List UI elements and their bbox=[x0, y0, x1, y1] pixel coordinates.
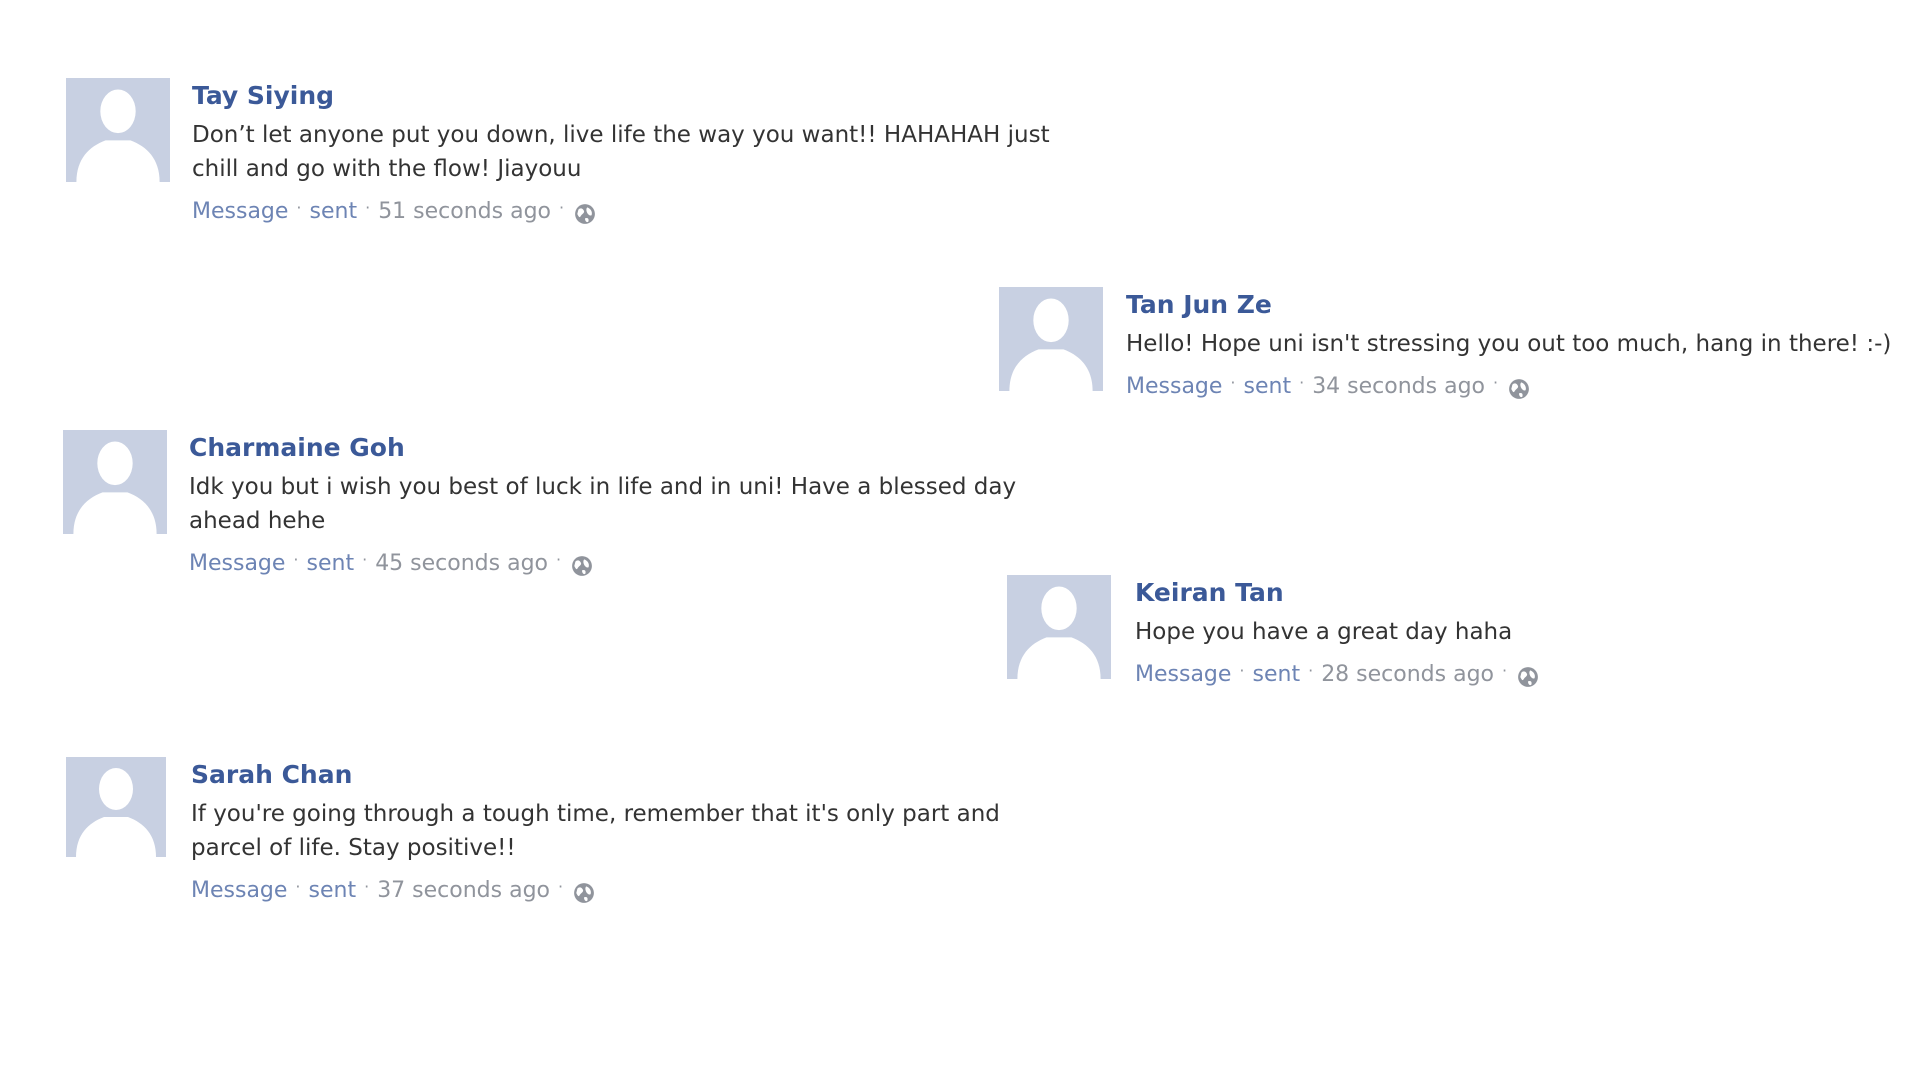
message-link[interactable]: Message bbox=[191, 876, 287, 906]
post-charmaine-goh: Charmaine Goh Idk you but i wish you bes… bbox=[63, 430, 1023, 579]
author-name[interactable]: Charmaine Goh bbox=[189, 432, 1023, 464]
timestamp[interactable]: 28 seconds ago bbox=[1321, 660, 1494, 690]
sent-link[interactable]: sent bbox=[310, 197, 358, 227]
globe-icon[interactable] bbox=[573, 882, 595, 904]
post-content: Charmaine Goh Idk you but i wish you bes… bbox=[189, 430, 1023, 579]
author-name[interactable]: Tay Siying bbox=[192, 80, 1066, 112]
separator-dot: · bbox=[559, 198, 565, 217]
post-keiran-tan: Keiran Tan Hope you have a great day hah… bbox=[1005, 575, 1765, 690]
author-name[interactable]: Sarah Chan bbox=[191, 759, 1023, 791]
sent-link[interactable]: sent bbox=[309, 876, 357, 906]
sent-link[interactable]: sent bbox=[1244, 372, 1292, 402]
author-name[interactable]: Tan Jun Ze bbox=[1126, 289, 1918, 321]
timestamp[interactable]: 34 seconds ago bbox=[1312, 372, 1485, 402]
globe-icon[interactable] bbox=[574, 203, 596, 225]
avatar-icon[interactable] bbox=[998, 287, 1104, 391]
avatar-icon[interactable] bbox=[63, 757, 169, 857]
separator-dot: · bbox=[1493, 373, 1499, 392]
post-meta: Message · sent · 37 seconds ago · bbox=[191, 876, 1023, 906]
separator-dot: · bbox=[556, 550, 562, 569]
message-link[interactable]: Message bbox=[192, 197, 288, 227]
post-text: If you're going through a tough time, re… bbox=[191, 801, 1000, 861]
author-name[interactable]: Keiran Tan bbox=[1135, 577, 1765, 609]
sent-link[interactable]: sent bbox=[1253, 660, 1301, 690]
post-tan-jun-ze: Tan Jun Ze Hello! Hope uni isn't stressi… bbox=[998, 287, 1918, 402]
avatar-icon[interactable] bbox=[63, 430, 167, 534]
separator-dot: · bbox=[1299, 373, 1305, 392]
message-link[interactable]: Message bbox=[1126, 372, 1222, 402]
post-tay-siying: Tay Siying Don’t let anyone put you down… bbox=[66, 78, 1066, 227]
post-meta: Message · sent · 34 seconds ago · bbox=[1126, 372, 1918, 402]
separator-dot: · bbox=[362, 550, 368, 569]
post-text: Idk you but i wish you best of luck in l… bbox=[189, 474, 1017, 534]
globe-icon[interactable] bbox=[571, 555, 593, 577]
sent-link[interactable]: sent bbox=[307, 549, 355, 579]
message-link[interactable]: Message bbox=[189, 549, 285, 579]
post-text: Hope you have a great day haha bbox=[1135, 619, 1513, 645]
post-content: Sarah Chan If you're going through a tou… bbox=[191, 757, 1023, 906]
separator-dot: · bbox=[293, 550, 299, 569]
post-content: Tay Siying Don’t let anyone put you down… bbox=[192, 78, 1066, 227]
separator-dot: · bbox=[364, 877, 370, 896]
separator-dot: · bbox=[296, 198, 302, 217]
timestamp[interactable]: 37 seconds ago bbox=[377, 876, 550, 906]
post-text: Don’t let anyone put you down, live life… bbox=[192, 122, 1050, 182]
post-content: Keiran Tan Hope you have a great day hah… bbox=[1135, 575, 1765, 690]
globe-icon[interactable] bbox=[1508, 378, 1530, 400]
avatar-icon[interactable] bbox=[1005, 575, 1113, 679]
separator-dot: · bbox=[1239, 661, 1245, 680]
post-content: Tan Jun Ze Hello! Hope uni isn't stressi… bbox=[1126, 287, 1918, 402]
post-meta: Message · sent · 51 seconds ago · bbox=[192, 197, 1066, 227]
timestamp[interactable]: 45 seconds ago bbox=[375, 549, 548, 579]
separator-dot: · bbox=[295, 877, 301, 896]
message-link[interactable]: Message bbox=[1135, 660, 1231, 690]
post-sarah-chan: Sarah Chan If you're going through a tou… bbox=[63, 757, 1023, 906]
separator-dot: · bbox=[558, 877, 564, 896]
post-meta: Message · sent · 45 seconds ago · bbox=[189, 549, 1023, 579]
separator-dot: · bbox=[1308, 661, 1314, 680]
separator-dot: · bbox=[1230, 373, 1236, 392]
avatar-icon[interactable] bbox=[66, 78, 170, 182]
globe-icon[interactable] bbox=[1517, 666, 1539, 688]
post-meta: Message · sent · 28 seconds ago · bbox=[1135, 660, 1765, 690]
separator-dot: · bbox=[1502, 661, 1508, 680]
post-text: Hello! Hope uni isn't stressing you out … bbox=[1126, 331, 1892, 357]
separator-dot: · bbox=[365, 198, 371, 217]
timestamp[interactable]: 51 seconds ago bbox=[378, 197, 551, 227]
